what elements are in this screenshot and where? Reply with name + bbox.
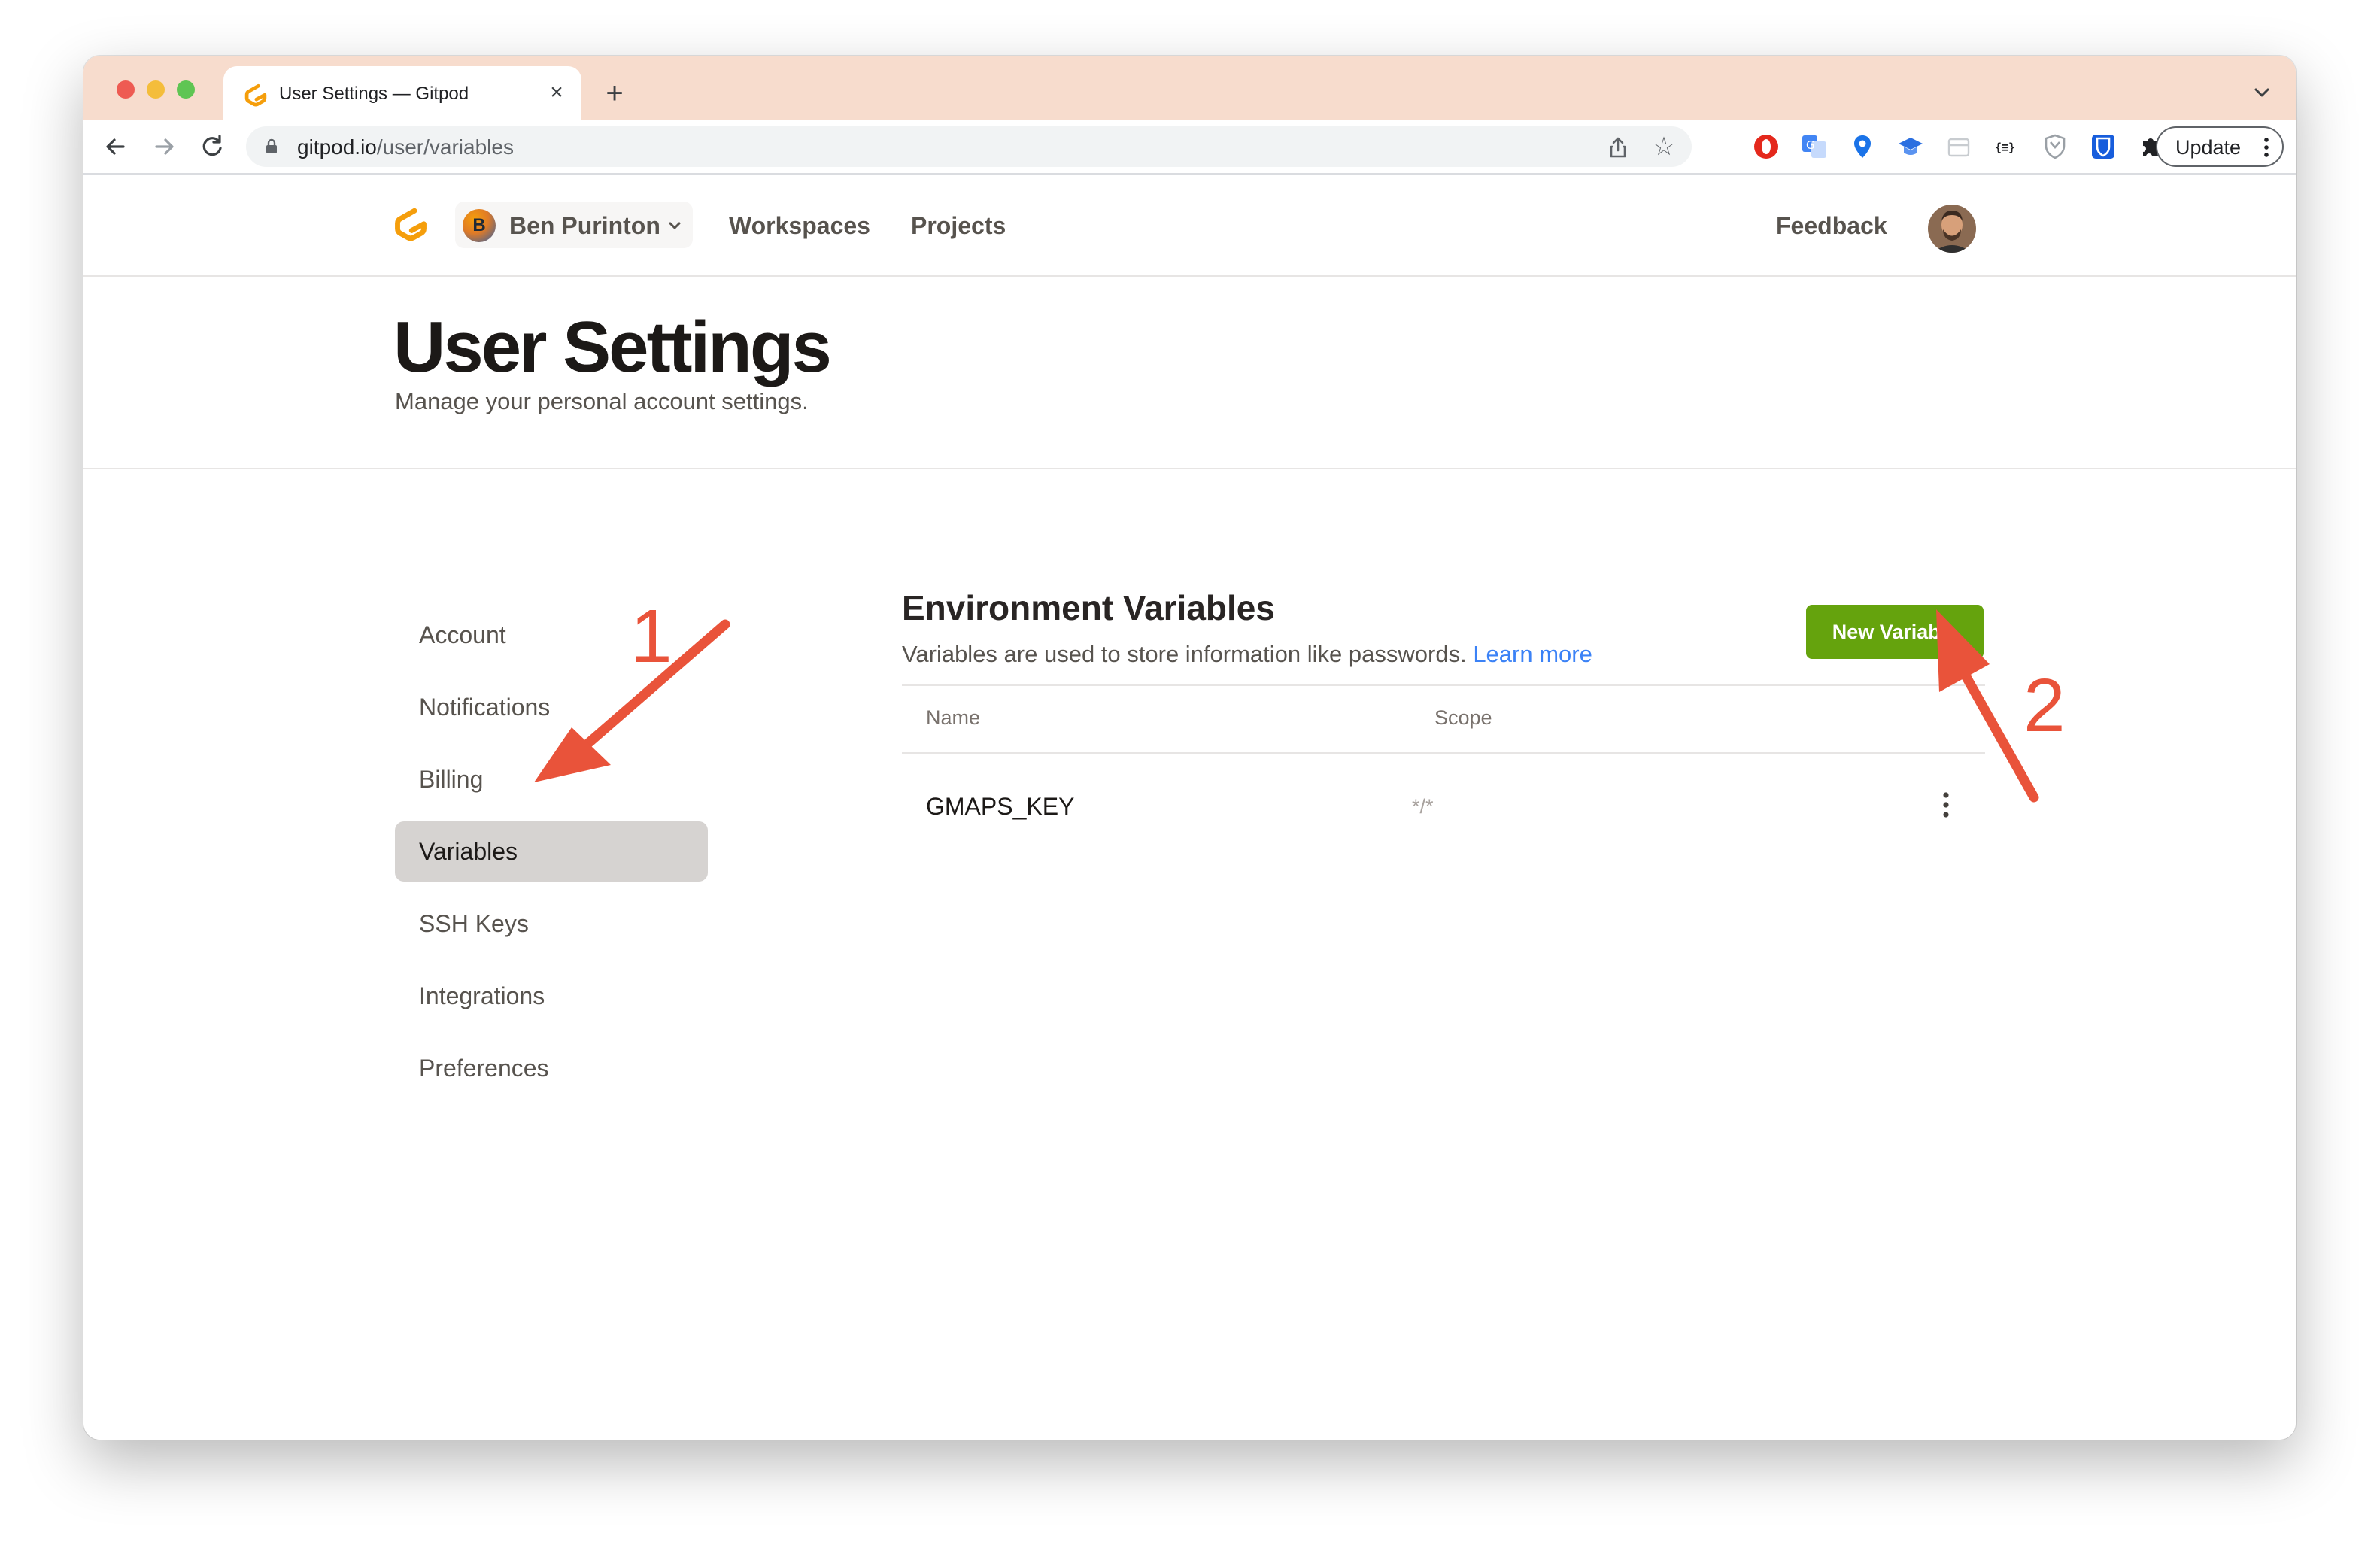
bookmark-star-icon[interactable]: ☆ <box>1651 134 1677 160</box>
sidebar-item-label: Billing <box>419 766 484 793</box>
sidebar-item-notifications[interactable]: Notifications <box>395 677 708 737</box>
minimize-window-button[interactable] <box>147 80 165 99</box>
row-actions-kebab-icon[interactable] <box>1937 787 1955 823</box>
page-content: B Ben Purinton Workspaces Projects Feedb… <box>83 175 2296 1440</box>
nav-feedback[interactable]: Feedback <box>1776 212 1887 239</box>
close-window-button[interactable] <box>117 80 135 99</box>
nav-projects[interactable]: Projects <box>911 212 1006 239</box>
maps-pin-icon[interactable] <box>1848 132 1877 161</box>
description-text: Variables are used to store information … <box>902 641 1467 667</box>
table-top-divider <box>902 684 1985 686</box>
url-text: gitpod.io/user/variables <box>297 135 514 159</box>
app-header: B Ben Purinton Workspaces Projects Feedb… <box>83 175 2296 277</box>
tab-title: User Settings — Gitpod <box>279 83 469 104</box>
svg-text:G: G <box>1806 138 1815 152</box>
variable-scope: */* <box>1412 795 1434 818</box>
sidebar-item-label: Preferences <box>419 1055 549 1082</box>
nav-workspaces[interactable]: Workspaces <box>729 212 870 239</box>
chevron-down-icon <box>669 222 681 229</box>
org-avatar: B <box>463 209 496 242</box>
sidebar-item-label: Account <box>419 621 506 648</box>
sidebar-item-label: Variables <box>419 838 518 865</box>
zoom-window-button[interactable] <box>177 80 195 99</box>
sidebar-item-preferences[interactable]: Preferences <box>395 1038 708 1098</box>
url-host: gitpod.io <box>297 135 377 159</box>
sidebar-item-label: Notifications <box>419 694 551 721</box>
page-subtitle: Manage your personal account settings. <box>395 388 809 414</box>
share-icon[interactable] <box>1606 135 1630 159</box>
chevron-down-icon[interactable] <box>2249 80 2275 105</box>
variable-name: GMAPS_KEY <box>926 793 1075 820</box>
sidebar-item-integrations[interactable]: Integrations <box>395 966 708 1026</box>
sidebar-item-account[interactable]: Account <box>395 605 708 665</box>
learn-more-link[interactable]: Learn more <box>1473 641 1592 667</box>
org-switcher[interactable]: B Ben Purinton <box>455 202 693 248</box>
gitpod-logo-icon[interactable] <box>392 206 430 244</box>
opera-icon[interactable] <box>1752 132 1780 161</box>
sidebar-item-ssh-keys[interactable]: SSH Keys <box>395 894 708 954</box>
bitwarden-icon[interactable] <box>2089 132 2117 161</box>
lock-icon[interactable] <box>263 138 281 156</box>
json-viewer-icon[interactable]: {≡} <box>1993 132 2021 161</box>
url-path: /user/variables <box>376 135 514 159</box>
section-title: Environment Variables <box>902 588 1275 627</box>
section-description: Variables are used to store information … <box>902 641 1592 668</box>
graduation-cap-icon[interactable] <box>1896 132 1925 161</box>
sidebar-item-billing[interactable]: Billing <box>395 749 708 809</box>
kebab-menu-icon <box>2264 138 2269 157</box>
column-header-name: Name <box>926 706 981 729</box>
svg-text:{≡}: {≡} <box>1995 141 2015 154</box>
google-translate-icon[interactable]: G <box>1800 132 1829 161</box>
org-initial: B <box>472 215 486 235</box>
new-variable-button[interactable]: New Variable <box>1806 605 1984 659</box>
tab-user-settings[interactable]: User Settings — Gitpod × <box>223 66 581 120</box>
page-icon[interactable] <box>1944 132 1973 161</box>
gitpod-favicon-icon <box>244 83 267 107</box>
update-label: Update <box>2175 136 2242 159</box>
new-tab-button[interactable]: + <box>600 78 630 108</box>
sidebar-item-variables[interactable]: Variables <box>395 821 708 882</box>
new-variable-label: New Variable <box>1832 621 1958 643</box>
sidebar-item-label: SSH Keys <box>419 910 529 937</box>
address-bar[interactable]: gitpod.io/user/variables ☆ <box>246 126 1692 167</box>
shield-icon[interactable] <box>2041 132 2069 161</box>
back-arrow-icon[interactable] <box>99 129 133 164</box>
update-button[interactable]: Update <box>2156 126 2284 167</box>
browser-toolbar: gitpod.io/user/variables ☆ G {≡} Update <box>83 120 2296 175</box>
tab-strip: User Settings — Gitpod × + <box>83 56 2296 120</box>
forward-arrow-icon[interactable] <box>147 129 181 164</box>
column-header-scope: Scope <box>1434 706 1492 729</box>
sidebar-item-label: Integrations <box>419 982 545 1009</box>
page-header: User Settings Manage your personal accou… <box>83 277 2296 469</box>
page-title: User Settings <box>393 307 832 387</box>
close-tab-icon[interactable]: × <box>544 80 569 105</box>
user-avatar[interactable] <box>1928 205 1976 253</box>
reload-icon[interactable] <box>195 129 229 164</box>
org-name: Ben Purinton <box>509 212 660 239</box>
table-header-divider <box>902 752 1985 754</box>
browser-window: User Settings — Gitpod × + gitpod.io/use… <box>83 56 2296 1440</box>
